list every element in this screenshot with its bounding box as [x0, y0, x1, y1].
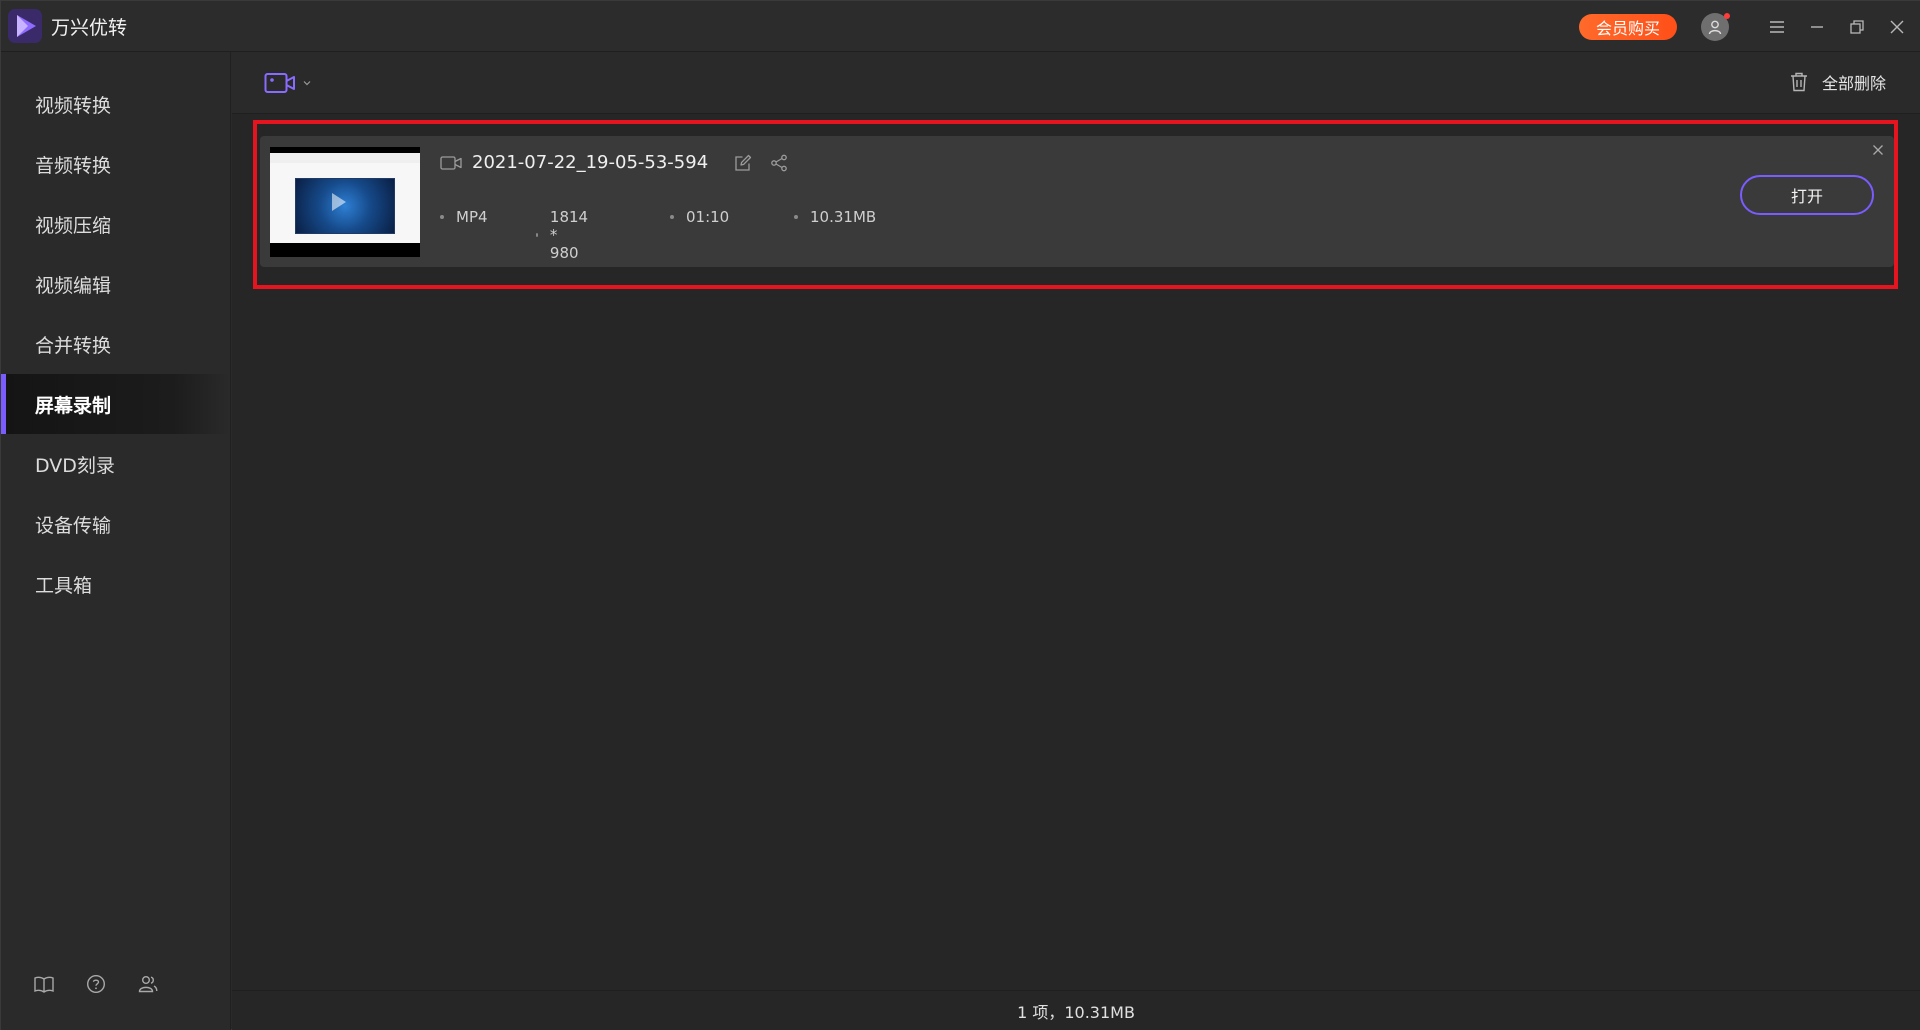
chevron-down-icon [303, 80, 311, 85]
restore-icon[interactable] [1837, 1, 1877, 52]
sidebar-item-dvd-burn[interactable]: DVD刻录 [1, 434, 230, 494]
book-icon[interactable] [33, 973, 55, 995]
app-title: 万兴优转 [51, 16, 128, 39]
users-icon[interactable] [137, 973, 159, 995]
status-bar: 1 项，10.31MB [232, 990, 1920, 1030]
status-summary: 1 项，10.31MB [1017, 1003, 1135, 1022]
trash-icon [1790, 72, 1807, 92]
menu-icon[interactable] [1757, 1, 1797, 52]
sidebar-item-toolbox[interactable]: 工具箱 [1, 554, 230, 614]
record-mode-dropdown[interactable] [264, 71, 312, 95]
sidebar: 视频转换 音频转换 视频压缩 视频编辑 合并转换 屏幕录制 DVD刻录 设备传输… [1, 52, 231, 1030]
sidebar-item-audio-convert[interactable]: 音频转换 [1, 134, 230, 194]
notification-dot [1724, 12, 1730, 19]
app-logo-icon [8, 9, 42, 43]
sidebar-footer [33, 973, 159, 995]
minimize-icon[interactable] [1797, 1, 1837, 52]
sidebar-item-video-convert[interactable]: 视频转换 [1, 74, 230, 134]
sidebar-item-video-edit[interactable]: 视频编辑 [1, 254, 230, 314]
sidebar-nav: 视频转换 音频转换 视频压缩 视频编辑 合并转换 屏幕录制 DVD刻录 设备传输… [1, 52, 230, 614]
highlight-annotation [253, 120, 1898, 289]
avatar-icon[interactable] [1701, 12, 1730, 41]
title-bar: 万兴优转 会员购买 [1, 1, 1920, 52]
delete-all-label: 全部删除 [1821, 74, 1886, 93]
sidebar-item-merge-convert[interactable]: 合并转换 [1, 314, 230, 374]
titlebar-controls: 会员购买 [1579, 1, 1920, 52]
close-icon[interactable] [1877, 1, 1917, 52]
vip-purchase-button[interactable]: 会员购买 [1579, 13, 1677, 40]
toolbar: 全部删除 [232, 52, 1920, 114]
sidebar-item-screen-record[interactable]: 屏幕录制 [1, 374, 230, 434]
video-camera-icon [264, 72, 295, 93]
sidebar-item-video-compress[interactable]: 视频压缩 [1, 194, 230, 254]
sidebar-item-device-transfer[interactable]: 设备传输 [1, 494, 230, 554]
help-icon[interactable] [85, 973, 107, 995]
delete-all-button[interactable]: 全部删除 [1790, 70, 1886, 94]
app-window: 万兴优转 会员购买 视频转换 音频转换 视频压缩 视频编辑 合并转换 屏幕录制 … [0, 0, 1920, 1030]
main-panel: 全部删除 2021-07-22_19-05-53-594 MP4 1814 * … [232, 52, 1920, 1030]
